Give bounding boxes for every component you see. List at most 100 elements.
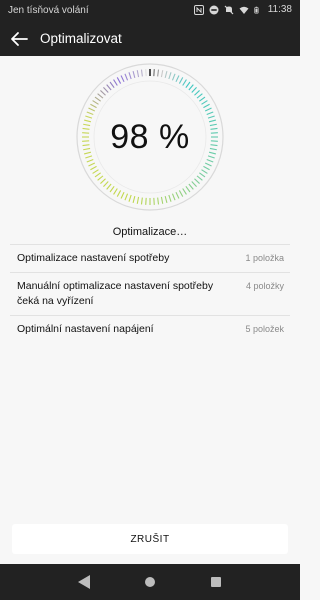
gauge-tick xyxy=(128,72,132,80)
nav-home-icon[interactable] xyxy=(144,576,156,588)
gauge-tick xyxy=(90,103,97,109)
gauge-tick xyxy=(116,190,122,197)
list-item-manual-optimization: Manuální optimalizace nastavení spotřeby… xyxy=(10,273,290,315)
back-arrow-icon[interactable] xyxy=(8,28,30,50)
gauge-tick xyxy=(168,72,172,80)
progress-value: 98 % xyxy=(110,118,190,156)
list-item-name: Optimální nastavení napájení xyxy=(17,323,154,335)
gauge-tick xyxy=(132,71,136,79)
gauge-tick xyxy=(97,175,104,181)
gauge-tick xyxy=(171,73,176,81)
gauge-tick xyxy=(168,194,172,202)
dnd-icon xyxy=(209,5,219,14)
gauge-tick xyxy=(194,178,200,184)
gauge-tick xyxy=(120,75,125,83)
gauge-tick xyxy=(203,103,210,109)
status-bar: Jen tísňová volání 11:38 xyxy=(0,0,300,22)
gauge-tick xyxy=(136,196,140,204)
gauge-tick xyxy=(182,188,187,195)
gauge-tick xyxy=(182,79,187,86)
list-item-count: 5 položek xyxy=(245,324,284,334)
gauge-tick xyxy=(109,81,115,88)
gauge-tick xyxy=(88,162,96,167)
gauge-tick xyxy=(157,69,160,77)
gauge-tick xyxy=(175,75,180,83)
gauge-tick xyxy=(103,87,109,93)
list-item-optimal-power: Optimální nastavení napájení 5 položek xyxy=(10,316,290,343)
gauge-tick xyxy=(109,186,115,193)
page-title: Optimalizovat xyxy=(40,31,122,46)
gauge-tick xyxy=(128,194,132,202)
gauge-tick xyxy=(140,197,143,205)
gauge-tick xyxy=(106,183,112,190)
wifi-icon xyxy=(239,6,249,14)
mute-icon xyxy=(224,5,234,14)
gauge-tick xyxy=(103,181,109,187)
gauge-tick xyxy=(175,191,180,199)
list-item-name: Optimalizace nastavení spotřeby xyxy=(17,252,170,264)
gauge-tick xyxy=(100,90,106,96)
nav-back-icon[interactable] xyxy=(77,574,91,590)
status-time: 11:38 xyxy=(267,4,292,15)
gauge-tick xyxy=(100,178,106,184)
gauge-tick xyxy=(140,69,143,77)
gauge-tick xyxy=(204,162,212,167)
battery-icon xyxy=(254,6,259,13)
gauge-tick xyxy=(203,165,210,171)
gauge-tick xyxy=(92,169,99,174)
gauge-tick xyxy=(124,193,129,201)
gauge-tick xyxy=(188,183,194,190)
gauge-tick xyxy=(86,111,94,116)
list-item-power-settings: Optimalizace nastavení spotřeby 1 položk… xyxy=(10,245,290,272)
gauge-tick xyxy=(188,84,194,91)
gauge-tick xyxy=(206,158,214,163)
gauge-tick xyxy=(160,70,164,78)
gauge-tick xyxy=(191,181,197,187)
nav-recents-icon[interactable] xyxy=(210,576,222,588)
app-bar: Optimalizovat xyxy=(0,22,300,56)
gauge-tick xyxy=(185,186,191,193)
status-carrier-text: Jen tísňová volání xyxy=(8,5,89,16)
gauge-tick xyxy=(199,172,206,178)
gauge-tick xyxy=(206,111,214,116)
list-item-count: 1 položka xyxy=(245,253,284,263)
gauge-tick xyxy=(201,100,208,105)
gauge-tick xyxy=(178,77,184,84)
gauge-tick xyxy=(157,197,160,205)
optimization-status-text: Optimalizace… xyxy=(112,226,188,238)
optimization-list: Optimalizace nastavení spotřeby 1 položk… xyxy=(10,244,290,343)
gauge-tick xyxy=(86,158,94,163)
main-content: 98 % Optimalizace… Optimalizace nastaven… xyxy=(0,56,300,564)
navigation-bar xyxy=(0,564,300,600)
gauge-tick xyxy=(120,191,125,199)
gauge-tick xyxy=(116,77,122,84)
list-item-count: 4 položky xyxy=(245,281,284,291)
gauge-tick xyxy=(171,193,176,201)
gauge-tick xyxy=(113,79,118,86)
gauge-tick xyxy=(178,190,184,197)
nfc-icon xyxy=(193,4,204,15)
status-icons: 11:38 xyxy=(193,4,292,15)
list-item-name: Manuální optimalizace nastavení spotřeby… xyxy=(17,280,214,307)
gauge-tick xyxy=(160,196,164,204)
gauge-tick xyxy=(88,107,96,112)
gauge-tick xyxy=(196,93,203,99)
gauge-tick xyxy=(185,81,191,88)
gauge-tick xyxy=(201,169,208,174)
gauge-tick xyxy=(90,165,97,171)
gauge-tick xyxy=(194,90,200,96)
gauge-tick xyxy=(113,188,118,195)
gauge-tick xyxy=(164,195,168,203)
gauge-tick xyxy=(92,100,99,105)
gauge-tick xyxy=(196,175,203,181)
gauge-tick xyxy=(124,73,129,81)
gauge-tick xyxy=(199,96,206,102)
gauge-tick xyxy=(106,84,112,91)
gauge-tick xyxy=(136,70,140,78)
gauge-tick xyxy=(94,96,101,102)
gauge-tick xyxy=(191,87,197,93)
gauge-tick xyxy=(204,107,212,112)
gauge-tick xyxy=(94,172,101,178)
gauge-tick xyxy=(164,71,168,79)
cancel-button[interactable]: ZRUŠIT xyxy=(12,524,288,554)
